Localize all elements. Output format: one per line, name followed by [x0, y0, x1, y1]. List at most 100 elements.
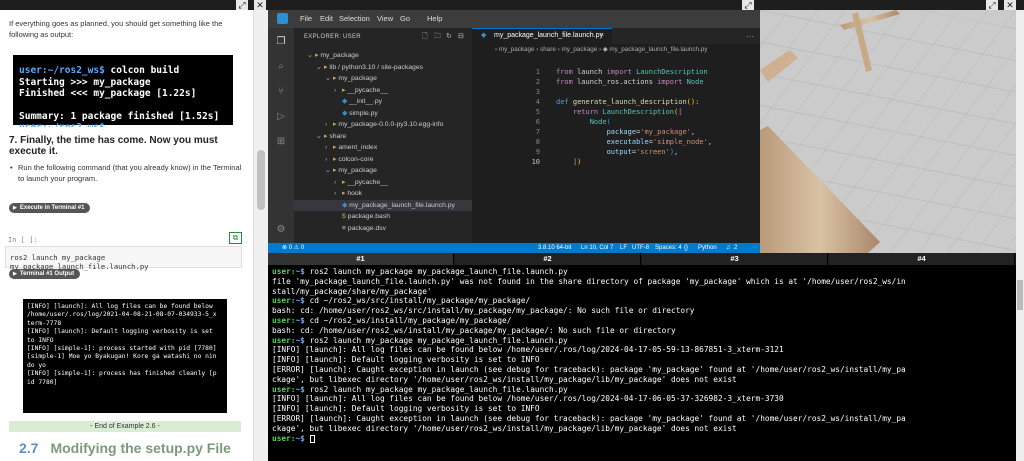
extensions-icon[interactable]: ⊞ [275, 136, 287, 148]
refresh-icon[interactable]: ↻ [446, 32, 452, 40]
code-line: from launch_ros.actions import Node [556, 78, 704, 86]
terminal-line: [INFO] [launch]: All log files can be fo… [272, 394, 1012, 404]
tree-item[interactable]: › ▸ ament_index [294, 142, 472, 153]
menu-help[interactable]: Help [427, 14, 442, 23]
code-cell[interactable]: ros2 launch my_package my_package_launch… [5, 246, 242, 271]
cursor-position[interactable]: Ln 10, Col 7 [581, 243, 613, 253]
breadcrumb[interactable]: › my_package › share › my_package › ◆ my… [495, 46, 707, 53]
terminal-tab-4[interactable]: #4 [829, 253, 1015, 265]
menu-selection[interactable]: Selection [339, 14, 370, 23]
terminal-line: ckage', but libexec directory '/home/use… [272, 375, 1012, 385]
execute-terminal-button[interactable]: ▶ Execute in Terminal #1 [9, 203, 91, 213]
collapse-icon-2[interactable]: ✕ [1004, 0, 1016, 10]
prompt-path: ~$ [295, 315, 305, 325]
menu-view[interactable]: View [377, 14, 393, 23]
terminal-tab-2[interactable]: #2 [455, 253, 641, 265]
terminal-line: file 'my_package_launch_file.launch.py' … [272, 277, 1012, 287]
tab-launch-file[interactable]: ◆ my_package_launch_file.launch.py × [472, 28, 612, 44]
page-scrollbar[interactable] [1016, 10, 1024, 461]
explorer-panel: EXPLORER: USER 🗋 🗀 ↻ ⊟ ⌄ ▸ my_package ⌄ ▸ l… [294, 28, 472, 243]
more-actions-icon[interactable]: … [746, 30, 754, 39]
source-control-icon[interactable]: ⑂ [275, 86, 287, 98]
output-label: Terminal #1 Output [19, 271, 75, 277]
prompt-path: ~$ [295, 267, 305, 276]
close-icon[interactable]: × [600, 29, 604, 43]
braces-icon[interactable]: {} [684, 243, 688, 253]
chevron-down-icon[interactable]: ⌄ [307, 50, 315, 61]
chevron-right-icon[interactable]: › [334, 85, 342, 96]
play-icon: ▶ [13, 205, 17, 211]
menu-go[interactable]: Go [400, 14, 410, 23]
python-version[interactable]: 3.8.10 64-bit [538, 243, 571, 253]
output-line: do yo [27, 361, 46, 369]
tree-item[interactable]: ◆ __init__.py [294, 96, 472, 107]
chevron-right-icon[interactable]: › [325, 119, 333, 130]
menu-edit[interactable]: Edit [320, 14, 333, 23]
chevron-right-icon[interactable]: › [325, 154, 333, 165]
scrollbar-thumb[interactable] [257, 150, 265, 210]
new-file-icon[interactable]: 🗋 [422, 32, 428, 43]
chevron-down-icon[interactable]: ⌄ [316, 62, 324, 73]
bell-icon[interactable]: ♫ [726, 243, 731, 253]
tree-item[interactable]: › ▸ __pycache__ [294, 177, 472, 188]
tree-item-label: my_package_launch_file.launch.py [349, 201, 455, 209]
tree-item[interactable]: ⌄ ▸ share [294, 131, 472, 142]
terminal-line-text: file 'my_package_launch_file.launch.py' … [272, 276, 906, 286]
scrollbar-thumb[interactable] [1017, 280, 1023, 310]
expand-icon-3[interactable]: ⤢ [986, 0, 998, 10]
terminal-line: user:~$ cd ~/ros2_ws/install/my_package/… [272, 316, 1012, 326]
collapse-icon[interactable]: ✕ [254, 0, 266, 10]
menu-file[interactable]: File [300, 14, 312, 23]
new-folder-icon[interactable]: 🗀 [434, 32, 441, 43]
output-line: term-7778 [27, 319, 62, 327]
prompt-path: ~/ros2_ws$ [47, 65, 105, 76]
terminal-line-text: [INFO] [launch]: Default logging verbosi… [272, 355, 540, 365]
chevron-right-icon[interactable]: › [334, 177, 342, 188]
terminal-output[interactable]: user:~$ ros2 launch my_package my_packag… [268, 265, 1016, 461]
collapse-all-icon[interactable]: ⊟ [458, 32, 464, 40]
tree-item[interactable]: ≡ package.dsv [294, 223, 472, 234]
tree-item[interactable]: ⌄ ▸ my_package [294, 165, 472, 176]
problems-indicator[interactable]: ⊗ 0 ⚠ 0 [282, 243, 304, 253]
encoding-indicator[interactable]: UTF-8 [632, 243, 649, 253]
tree-item[interactable]: ⌄ ▸ lib / python3.10 / site-packages [294, 62, 472, 73]
terminal-line: ckage', but libexec directory '/home/use… [272, 424, 1012, 434]
chevron-down-icon[interactable]: ⌄ [325, 73, 333, 84]
terminal-output-button[interactable]: ▶ Terminal #1 Output [9, 269, 81, 279]
tree-item[interactable]: › ▸ my_package-0.0.0-py3.10.egg-info [294, 119, 472, 130]
prompt-user: user: [19, 65, 48, 76]
tree-item[interactable]: ⌄ ▸ my_package [294, 50, 472, 61]
tree-item[interactable]: › ▸ colcon-core [294, 154, 472, 165]
chevron-right-icon[interactable]: › [334, 188, 342, 199]
terminal-tab-3[interactable]: #3 [642, 253, 828, 265]
search-icon[interactable]: ⌕ [275, 61, 287, 73]
chevron-right-icon[interactable]: › [325, 142, 333, 153]
code-line: package='my_package', [606, 128, 696, 136]
tree-item[interactable]: › ▸ __pycache__ [294, 85, 472, 96]
tree-item[interactable]: $ package.bash [294, 211, 472, 222]
language-indicator[interactable]: Python [698, 243, 717, 253]
terminal-tab-1[interactable]: #1 [268, 253, 454, 265]
tree-item[interactable]: ◆ my_package_launch_file.launch.py [294, 199, 472, 211]
tree-item[interactable]: ◆ simple.py [294, 108, 472, 119]
line-number: 1 [535, 68, 540, 76]
chevron-down-icon[interactable]: ⌄ [316, 131, 324, 142]
step-heading: 7. Finally, the time has come. Now you m… [9, 135, 218, 157]
eol-indicator[interactable]: LF [620, 243, 627, 253]
expand-icon-2[interactable]: ⤢ [742, 0, 754, 10]
run-debug-icon[interactable]: ▷ [275, 111, 287, 123]
tree-item[interactable]: › ▸ hook [294, 188, 472, 199]
terminal-line: user:~$ cd ~/ros2_ws/src/install/my_pack… [272, 296, 1012, 306]
indent-indicator[interactable]: Spaces: 4 [655, 243, 682, 253]
terminal-line-text: ros2 launch my_package my_package_launch… [304, 335, 568, 345]
build-line [19, 100, 227, 111]
notification-count[interactable]: 2 [734, 243, 737, 253]
expand-icon[interactable]: ⤢ [236, 0, 248, 10]
gazebo-3d-view[interactable] [760, 10, 1016, 253]
gear-icon[interactable]: ⚙ [275, 224, 287, 236]
chevron-down-icon[interactable]: ⌄ [325, 165, 333, 176]
files-icon[interactable]: ❐ [275, 36, 287, 48]
tree-item[interactable]: ⌄ ▸ my_package [294, 73, 472, 84]
copy-icon[interactable]: ⧉ [229, 232, 242, 244]
notebook-scrollbar[interactable] [253, 10, 268, 461]
